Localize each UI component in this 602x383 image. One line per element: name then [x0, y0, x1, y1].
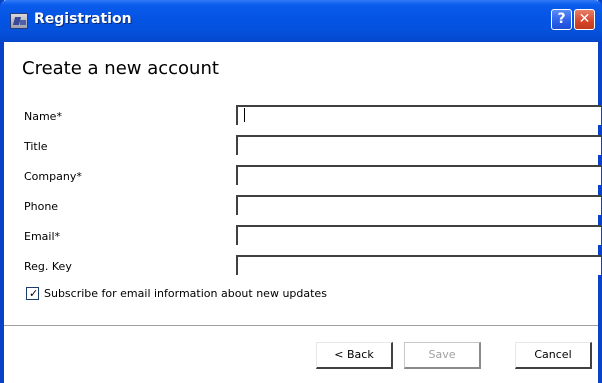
company-field[interactable] — [236, 165, 601, 185]
reg-key-label: Reg. Key — [24, 260, 72, 273]
page-title: Create a new account — [22, 58, 219, 79]
save-button[interactable]: Save — [404, 342, 481, 369]
subscribe-label[interactable]: Subscribe for email information about ne… — [44, 287, 327, 300]
subscribe-checkbox[interactable]: ✓ — [26, 287, 39, 300]
name-field[interactable] — [236, 105, 601, 125]
app-icon — [10, 13, 28, 29]
text-caret — [244, 108, 245, 122]
phone-field[interactable] — [236, 195, 601, 215]
reg-key-field[interactable] — [236, 255, 601, 275]
email-field[interactable] — [236, 225, 601, 245]
window-title: Registration — [34, 11, 132, 27]
registration-window: Registration ? ✕ Create a new account Na… — [0, 0, 602, 383]
phone-label: Phone — [24, 200, 59, 213]
title-label: Title — [24, 140, 48, 153]
title-bar[interactable]: Registration ? ✕ — [0, 0, 602, 42]
email-label: Email* — [24, 230, 61, 243]
name-label: Name* — [24, 110, 62, 123]
back-button[interactable]: < Back — [316, 342, 393, 369]
cancel-button[interactable]: Cancel — [515, 342, 592, 369]
footer-divider — [4, 325, 598, 327]
help-button[interactable]: ? — [551, 9, 572, 30]
checkmark-icon: ✓ — [29, 287, 39, 300]
title-field[interactable] — [236, 135, 601, 155]
close-button[interactable]: ✕ — [574, 9, 595, 30]
company-label: Company* — [24, 170, 82, 183]
